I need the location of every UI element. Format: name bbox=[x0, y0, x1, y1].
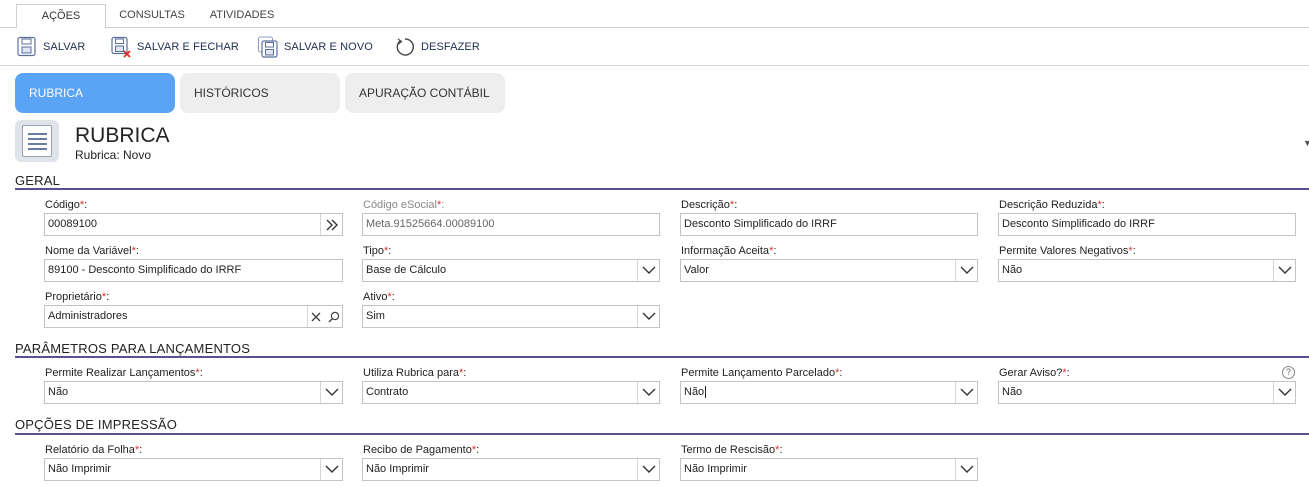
save-and-close-label: SALVAR E FECHAR bbox=[137, 41, 239, 53]
informacao-aceita-select[interactable]: Valor bbox=[680, 259, 978, 282]
utiliza-rubrica-select[interactable]: Contrato bbox=[362, 381, 660, 404]
chevron-down-icon[interactable] bbox=[955, 260, 977, 281]
informacao-aceita-label: Informação Aceita*: bbox=[681, 245, 777, 257]
undo-icon bbox=[396, 38, 414, 56]
codigo-field[interactable]: 00089100 bbox=[44, 213, 343, 236]
chevron-down-icon[interactable] bbox=[637, 382, 659, 403]
chevron-down-icon[interactable] bbox=[637, 260, 659, 281]
descricao-reduzida-label: Descrição Reduzida*: bbox=[999, 199, 1105, 211]
next-code-button[interactable] bbox=[320, 214, 342, 235]
section-divider bbox=[15, 433, 1309, 435]
section-divider bbox=[15, 188, 1309, 190]
floppy-disk-icon bbox=[17, 36, 36, 57]
relatorio-folha-label: Relatório da Folha*: bbox=[45, 444, 143, 456]
double-chevron-right-icon bbox=[326, 219, 338, 230]
permite-realizar-label: Permite Realizar Lançamentos*: bbox=[45, 367, 203, 379]
page-subtitle: Rubrica: Novo bbox=[75, 148, 152, 162]
save-and-close-button[interactable]: SALVAR E FECHAR bbox=[110, 34, 239, 60]
codigo-esocial-field: Meta.91525664.00089100 bbox=[362, 213, 660, 236]
text-cursor bbox=[705, 386, 707, 399]
relatorio-folha-select[interactable]: Não Imprimir bbox=[44, 458, 343, 481]
tab-atividades[interactable]: ATIVIDADES bbox=[200, 4, 284, 28]
termo-rescisao-label: Termo de Rescisão*: bbox=[681, 444, 783, 456]
codigo-label: Código*: bbox=[45, 199, 88, 211]
save-button[interactable]: SALVAR bbox=[16, 34, 85, 60]
chevron-down-icon[interactable] bbox=[1273, 260, 1295, 281]
proprietario-field[interactable]: Administradores bbox=[44, 305, 343, 328]
collapse-chevron-icon[interactable]: ▼ bbox=[1303, 138, 1309, 148]
tab-apuracao-contabil[interactable]: APURAÇÃO CONTÁBIL bbox=[345, 73, 505, 113]
help-icon[interactable]: ? bbox=[1282, 366, 1295, 379]
undo-label: DESFAZER bbox=[421, 41, 480, 53]
ativo-select[interactable]: Sim bbox=[362, 305, 660, 328]
undo-button[interactable]: DESFAZER bbox=[394, 34, 480, 60]
section-title-parametros: PARÂMETROS PARA LANÇAMENTOS bbox=[15, 341, 251, 356]
gerar-aviso-select[interactable]: Não bbox=[998, 381, 1296, 404]
chevron-down-icon[interactable] bbox=[320, 459, 342, 480]
save-and-new-button[interactable]: SALVAR E NOVO bbox=[257, 34, 373, 60]
permite-valores-negativos-label: Permite Valores Negativos*: bbox=[999, 245, 1136, 257]
recibo-pagamento-label: Recibo de Pagamento*: bbox=[363, 444, 480, 456]
permite-parcelado-select[interactable]: Não bbox=[680, 381, 978, 404]
tab-historicos[interactable]: HISTÓRICOS bbox=[180, 73, 340, 113]
document-icon bbox=[15, 120, 59, 162]
tab-rubrica[interactable]: RUBRICA bbox=[15, 73, 175, 113]
permite-valores-negativos-select[interactable]: Não bbox=[998, 259, 1296, 282]
top-tab-bar: AÇÕES CONSULTAS ATIVIDADES bbox=[0, 0, 1309, 29]
save-button-label: SALVAR bbox=[43, 41, 86, 53]
ativo-label: Ativo*: bbox=[363, 291, 395, 303]
descricao-label: Descrição*: bbox=[681, 199, 738, 211]
tab-acoes[interactable]: AÇÕES bbox=[16, 4, 106, 29]
nome-variavel-label: Nome da Variável*: bbox=[45, 245, 139, 257]
chevron-down-icon[interactable] bbox=[320, 382, 342, 403]
tipo-select[interactable]: Base de Cálculo bbox=[362, 259, 660, 282]
codigo-esocial-label: Código eSocial*: bbox=[363, 199, 445, 211]
tipo-label: Tipo*: bbox=[363, 245, 392, 257]
floppy-disk-copy-icon bbox=[258, 36, 278, 58]
nome-variavel-field[interactable]: 89100 - Desconto Simplificado do IRRF bbox=[44, 259, 343, 282]
chevron-down-icon[interactable] bbox=[955, 382, 977, 403]
section-title-impressao: OPÇÕES DE IMPRESSÃO bbox=[15, 417, 178, 432]
page-title: RUBRICA bbox=[75, 124, 170, 147]
chevron-down-icon[interactable] bbox=[955, 459, 977, 480]
section-divider bbox=[15, 356, 1309, 358]
utiliza-rubrica-label: Utiliza Rubrica para*: bbox=[363, 367, 467, 379]
permite-realizar-select[interactable]: Não bbox=[44, 381, 343, 404]
search-icon[interactable] bbox=[325, 306, 342, 327]
descricao-reduzida-field[interactable]: Desconto Simplificado do IRRF bbox=[998, 213, 1296, 236]
termo-rescisao-select[interactable]: Não Imprimir bbox=[680, 458, 978, 481]
action-toolbar: SALVAR SALVAR E FECHAR SALVAR E NOVO DES… bbox=[0, 28, 1309, 66]
chevron-down-icon[interactable] bbox=[1273, 382, 1295, 403]
section-title-geral: GERAL bbox=[15, 173, 61, 188]
descricao-field[interactable]: Desconto Simplificado do IRRF bbox=[680, 213, 978, 236]
permite-parcelado-label: Permite Lançamento Parcelado*: bbox=[681, 367, 843, 379]
gerar-aviso-label: Gerar Aviso?*: bbox=[999, 367, 1070, 379]
chevron-down-icon[interactable] bbox=[637, 459, 659, 480]
save-and-new-label: SALVAR E NOVO bbox=[284, 41, 373, 53]
chevron-down-icon[interactable] bbox=[637, 306, 659, 327]
proprietario-label: Proprietário*: bbox=[45, 291, 110, 303]
tab-consultas[interactable]: CONSULTAS bbox=[112, 4, 192, 28]
recibo-pagamento-select[interactable]: Não Imprimir bbox=[362, 458, 660, 481]
floppy-disk-close-icon bbox=[111, 36, 131, 58]
clear-icon[interactable] bbox=[307, 306, 324, 327]
